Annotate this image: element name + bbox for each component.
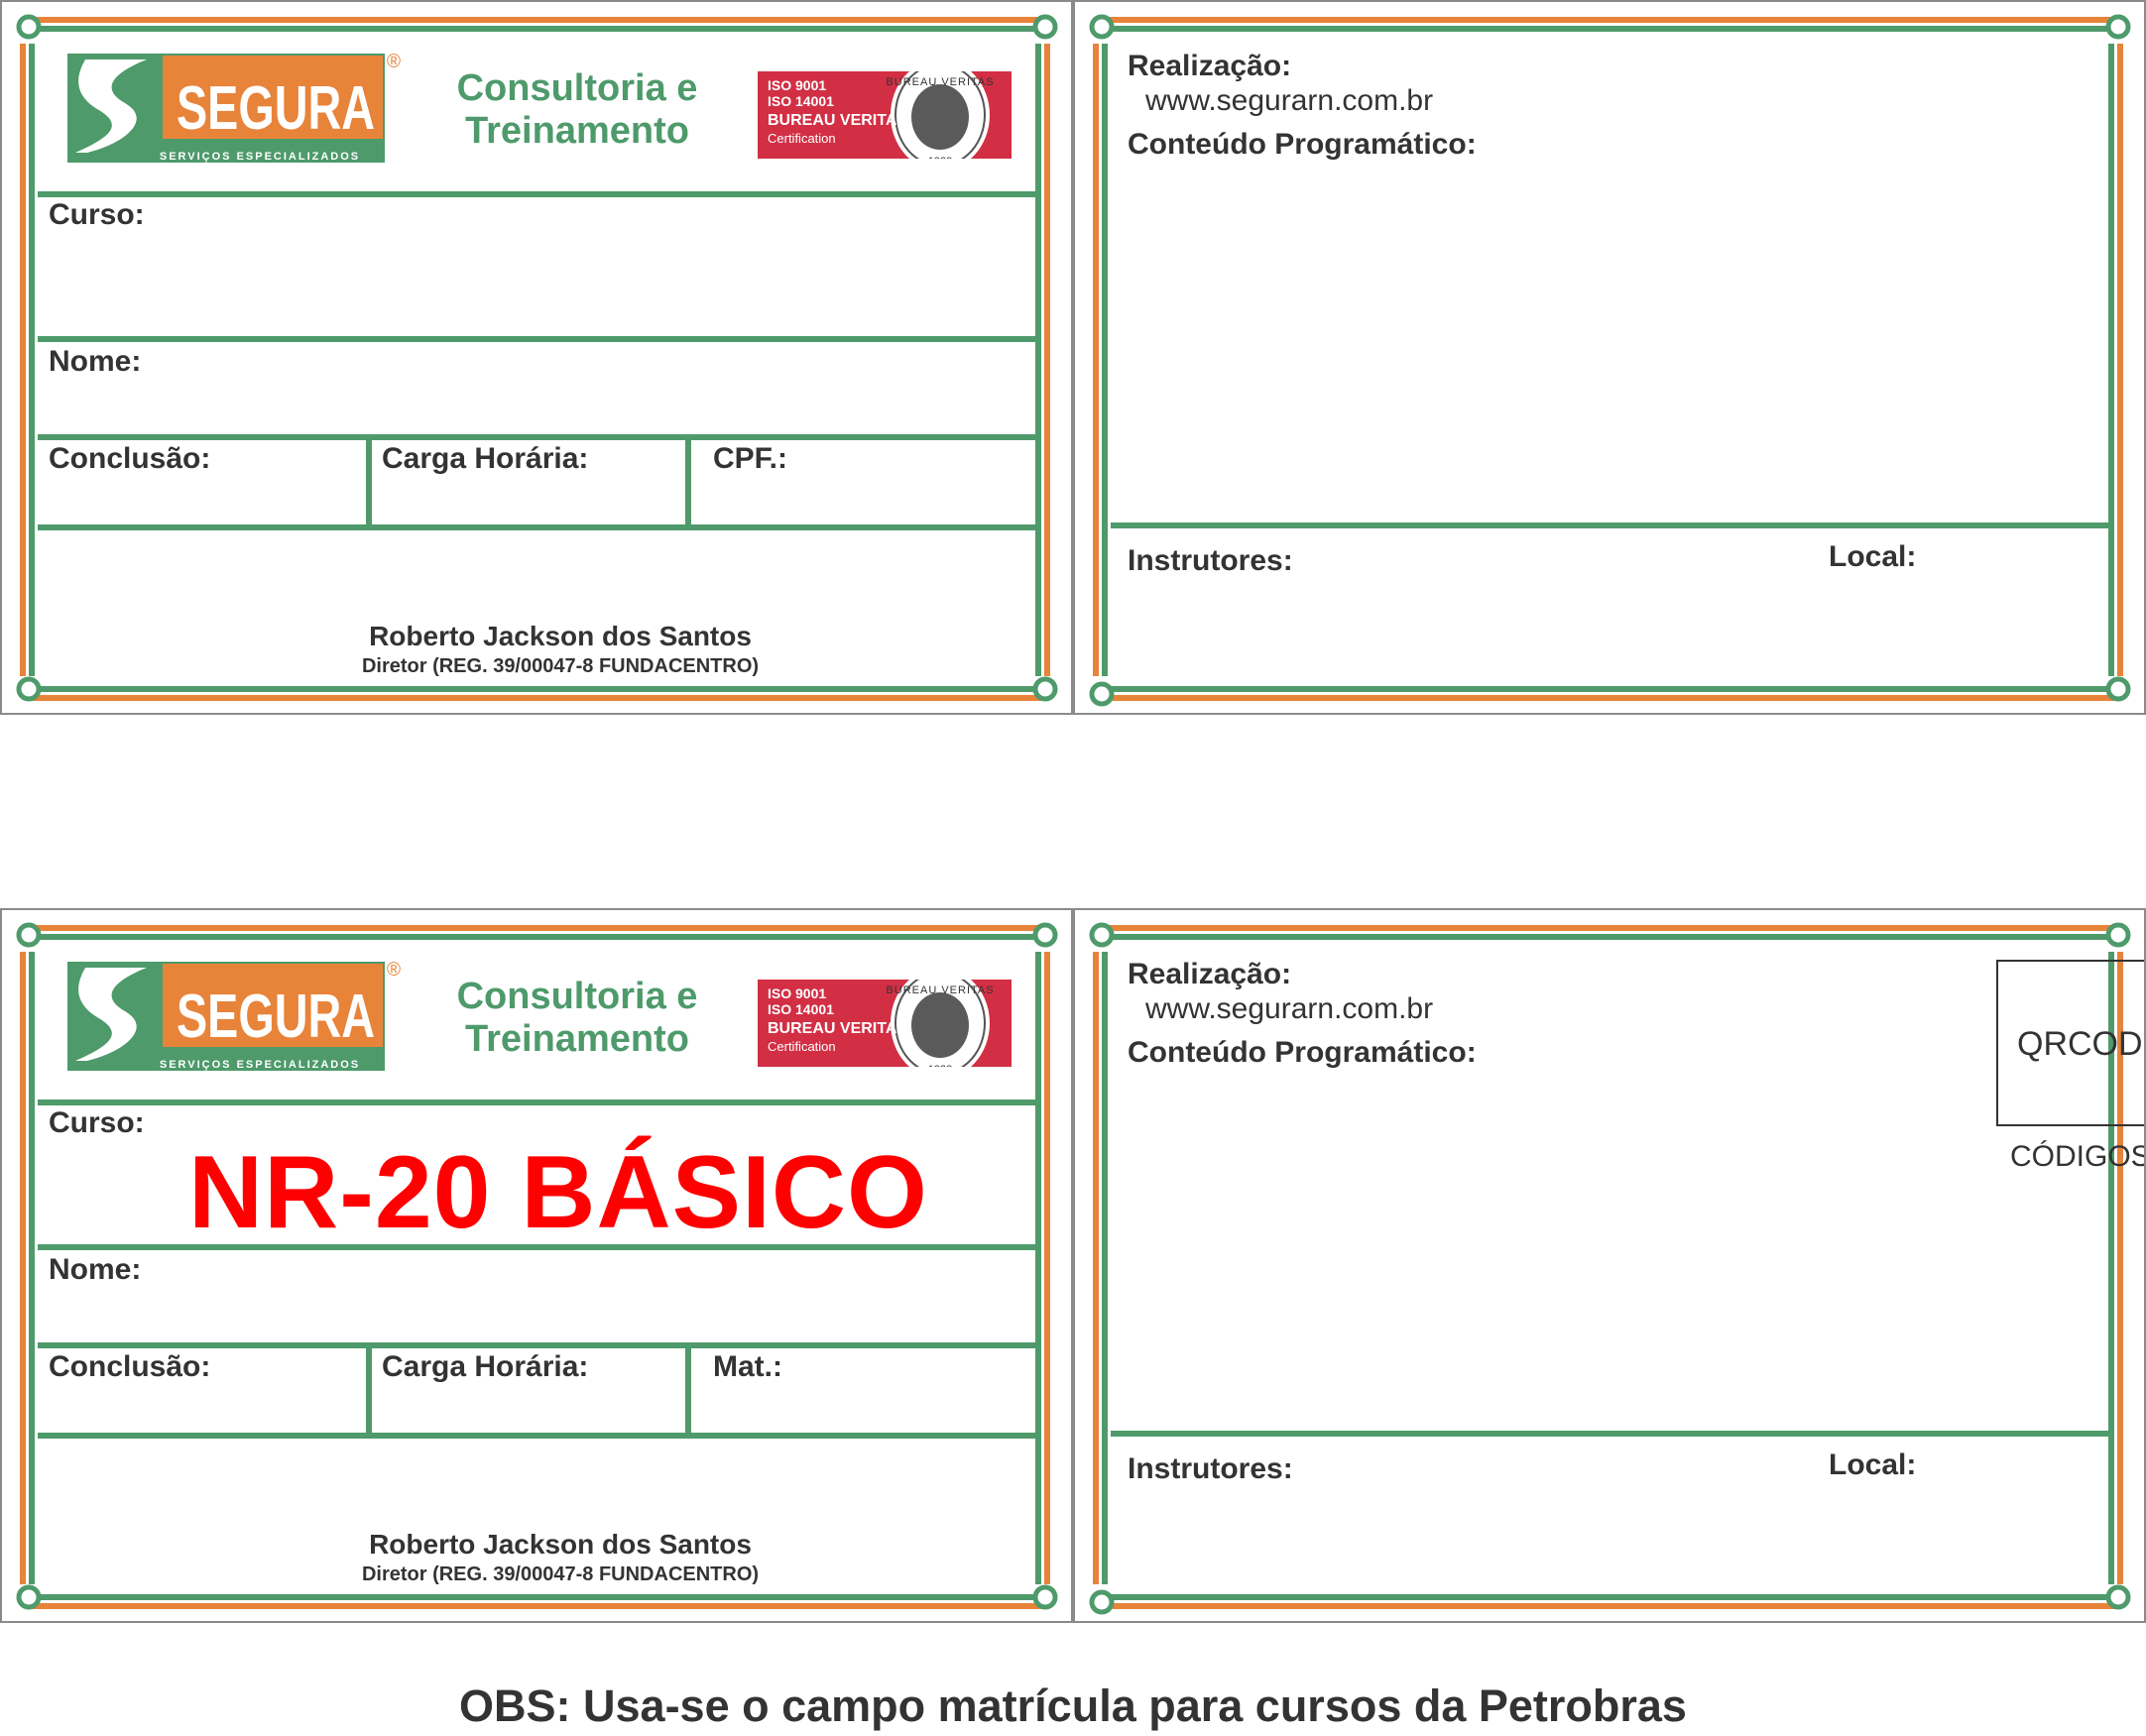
- seal-year: 1828: [928, 1064, 952, 1067]
- segura-logo: SEGURA SERVIÇOS ESPECIALIZADOS: [67, 54, 385, 163]
- decorative-border: [1093, 925, 2123, 1609]
- content-label: Conteúdo Programático:: [1128, 128, 1477, 161]
- card-back-qr: Realização: www.segurarn.com.br Conteúdo…: [1073, 908, 2146, 1623]
- logo-name: SEGURA: [177, 983, 375, 1051]
- consultoria-title: Consultoria e Treinamento: [423, 67, 731, 152]
- card-front-nr20: SEGURA SERVIÇOS ESPECIALIZADOS ® Consult…: [0, 908, 1073, 1623]
- card-back-blank: Realização: www.segurarn.com.br Conteúdo…: [1073, 0, 2146, 715]
- director-role: Diretor (REG. 39/00047-8 FUNDACENTRO): [361, 1563, 760, 1585]
- seal-year: 1828: [928, 156, 952, 159]
- local-label: Local:: [1829, 540, 1917, 573]
- cert-word: Certification: [768, 1039, 836, 1054]
- local-label: Local:: [1829, 1448, 1917, 1481]
- hours-label: Carga Horária:: [382, 1350, 589, 1383]
- logo-tagline: SERVIÇOS ESPECIALIZADOS: [160, 1059, 360, 1071]
- mat-label: Mat.:: [713, 1350, 782, 1383]
- consultoria-line2: Treinamento: [465, 1017, 689, 1060]
- course-label: Curso:: [49, 198, 145, 231]
- cert-iso1: ISO 9001: [768, 985, 827, 1001]
- seal-text: BUREAU VERITAS: [886, 76, 994, 88]
- corner-dots: [1089, 14, 2131, 707]
- cert-org: BUREAU VERITAS: [768, 112, 908, 129]
- hours-label: Carga Horária:: [382, 442, 589, 475]
- cpf-label: CPF.:: [713, 442, 787, 475]
- consultoria-line2: Treinamento: [465, 109, 689, 152]
- conclusion-label: Conclusão:: [49, 442, 211, 475]
- director-role: Diretor (REG. 39/00047-8 FUNDACENTRO): [361, 655, 760, 677]
- cert-word: Certification: [768, 131, 836, 146]
- corner-dots: [1089, 922, 2131, 1615]
- realizacao-label: Realização:: [1128, 50, 1292, 82]
- website-text: www.segurarn.com.br: [1145, 84, 1434, 117]
- registered-mark: ®: [387, 52, 401, 72]
- consultoria-title: Consultoria e Treinamento: [423, 976, 731, 1060]
- seal-text: BUREAU VERITAS: [886, 984, 994, 996]
- registered-mark: ®: [387, 960, 401, 981]
- name-label: Nome:: [49, 345, 142, 378]
- instructors-label: Instrutores:: [1128, 1452, 1293, 1485]
- consultoria-line1: Consultoria e: [456, 67, 698, 109]
- logo-tagline: SERVIÇOS ESPECIALIZADOS: [160, 151, 360, 163]
- qr-label: QRCOD: [2017, 1025, 2143, 1063]
- cert-org: BUREAU VERITAS: [768, 1020, 908, 1037]
- course-label: Curso:: [49, 1106, 145, 1139]
- consultoria-line1: Consultoria e: [456, 976, 698, 1017]
- instructors-label: Instrutores:: [1128, 544, 1293, 577]
- director-name: Roberto Jackson dos Santos: [369, 621, 752, 651]
- form-grid: [38, 191, 1038, 530]
- cert-iso2: ISO 14001: [768, 93, 834, 109]
- decorative-border: [1093, 17, 2123, 701]
- website-text: www.segurarn.com.br: [1145, 992, 1434, 1025]
- conclusion-label: Conclusão:: [49, 1350, 211, 1383]
- course-value: NR-20 BÁSICO: [188, 1135, 928, 1250]
- footer-note: OBS: Usa-se o campo matrícula para curso…: [459, 1680, 1687, 1731]
- codes-label: CÓDIGOS: [2010, 1140, 2146, 1173]
- cert-iso2: ISO 14001: [768, 1001, 834, 1017]
- cert-iso1: ISO 9001: [768, 77, 827, 93]
- logo-name: SEGURA: [177, 74, 375, 143]
- director-name: Roberto Jackson dos Santos: [369, 1529, 752, 1560]
- realizacao-label: Realização:: [1128, 958, 1292, 990]
- card-front-blank: SEGURA SERVIÇOS ESPECIALIZADOS ® Consult…: [0, 0, 1073, 715]
- content-label: Conteúdo Programático:: [1128, 1036, 1477, 1069]
- name-label: Nome:: [49, 1253, 142, 1286]
- segura-logo: SEGURA SERVIÇOS ESPECIALIZADOS: [67, 962, 385, 1071]
